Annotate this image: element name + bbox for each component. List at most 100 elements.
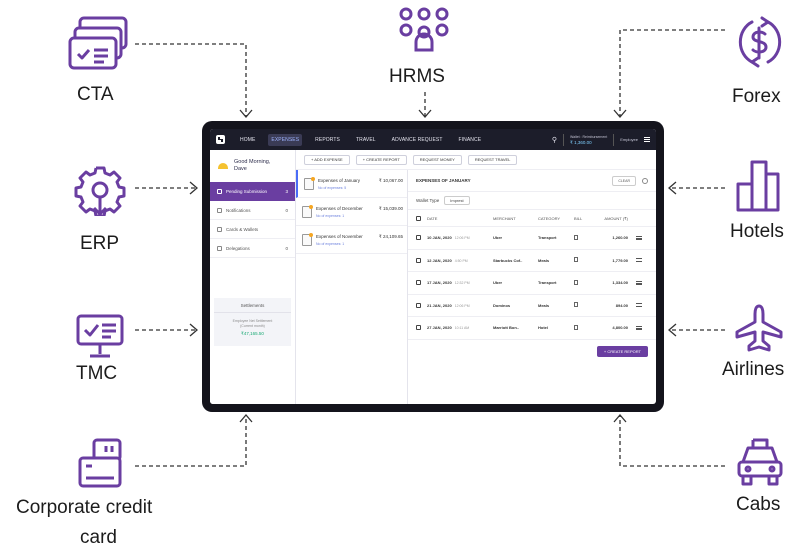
- gear-network-icon: [74, 164, 126, 216]
- arrow-hrms: [418, 109, 432, 118]
- row-menu-icon[interactable]: [636, 325, 642, 330]
- row-date: 10 JAN, 2020: [427, 235, 452, 241]
- sidebar-item-label: Cards & Wallets: [226, 226, 259, 232]
- menu-icon[interactable]: [644, 137, 650, 142]
- row-category: Meals: [538, 257, 550, 263]
- row-checkbox[interactable]: [416, 280, 421, 286]
- currency-exchange-icon: [738, 14, 782, 74]
- row-bill[interactable]: [574, 234, 592, 241]
- row-amount: 4,800.00: [612, 325, 628, 331]
- sidebar-item-label: Pending Submission: [226, 189, 268, 194]
- airplane-icon: [732, 304, 786, 352]
- col-amount[interactable]: AMOUNT (₹): [592, 216, 628, 221]
- greeting-text: Good Morning, Dave: [234, 159, 271, 172]
- col-category: CATEGORY: [538, 215, 561, 221]
- app-main: + ADD EXPENSE + CREATE REPORT REQUEST MO…: [296, 150, 656, 404]
- table-header: DATE MERCHANT CATEGORY BILL AMOUNT (₹): [408, 210, 656, 227]
- sidebar-item-cards-wallets[interactable]: Cards & Wallets: [210, 220, 295, 239]
- arrow-cabs: [613, 414, 627, 423]
- report-item[interactable]: Expenses of January ₹ 10,067.00 No of exp…: [296, 170, 407, 198]
- nav-home[interactable]: HOME: [237, 134, 258, 146]
- col-date[interactable]: DATE: [427, 216, 493, 221]
- gear-icon[interactable]: [642, 177, 648, 184]
- create-report-submit-button[interactable]: + CREATE REPORT: [596, 346, 648, 357]
- row-bill[interactable]: [574, 302, 592, 308]
- row-amount: 1,334.00: [612, 280, 628, 286]
- row-checkbox[interactable]: [416, 325, 421, 331]
- row-checkbox[interactable]: [416, 235, 421, 241]
- row-bill[interactable]: [574, 279, 592, 286]
- nav-travel[interactable]: TRAVEL: [353, 134, 379, 146]
- row-date-cell: 12 JAN, 2020 4:50 PM: [427, 258, 493, 263]
- select-all-checkbox[interactable]: [416, 215, 421, 221]
- nav-expenses[interactable]: EXPENSES: [268, 133, 303, 146]
- row-checkbox[interactable]: [416, 257, 421, 263]
- row-date: 17 JAN, 2020: [427, 280, 452, 286]
- document-icon: [304, 176, 315, 190]
- report-title: Expenses of December: [316, 205, 363, 211]
- nav-advance-request[interactable]: ADVANCE REQUEST: [389, 134, 446, 146]
- receipt-icon[interactable]: [574, 324, 578, 330]
- table-row[interactable]: 21 JAN, 2020 12:06 PM Dominos Meals 894.00: [408, 295, 656, 317]
- row-merchant: Marriott Bon..: [493, 325, 519, 331]
- request-travel-button[interactable]: REQUEST TRAVEL: [467, 154, 518, 165]
- search-icon[interactable]: ⚲: [552, 136, 557, 144]
- sidebar-item-pending-submission[interactable]: Pending Submission 3: [210, 182, 295, 201]
- label-cta: CTA: [77, 84, 114, 105]
- row-date: 27 JAN, 2020: [427, 325, 452, 331]
- report-item[interactable]: Expenses of December ₹ 15,039.00 No of ex…: [296, 198, 407, 226]
- table-row[interactable]: 10 JAN, 2020 12:06 PM Uber Transport 1,260.0…: [408, 227, 656, 250]
- report-detail: EXPENSES OF JANUARY CLEAR Wallet Type Im…: [408, 170, 656, 404]
- receipt-icon[interactable]: [574, 257, 578, 263]
- row-time: 10:11 AM: [454, 326, 470, 331]
- table-row[interactable]: 12 JAN, 2020 4:50 PM Starbucks Cof.. Meals 1…: [408, 250, 656, 272]
- report-amount: ₹ 15,039.00: [378, 205, 403, 211]
- settlements-amount: ₹47,165.50: [241, 331, 264, 336]
- row-checkbox[interactable]: [416, 302, 421, 308]
- sidebar-item-count: 0: [285, 245, 288, 251]
- request-money-button[interactable]: REQUEST MONEY: [412, 154, 462, 165]
- row-menu-icon[interactable]: [636, 280, 642, 285]
- user-role[interactable]: Employee: [620, 137, 638, 142]
- add-expense-button[interactable]: + ADD EXPENSE: [304, 154, 350, 165]
- connector-card: [135, 416, 247, 467]
- settlements-sub2: (Current month): [240, 323, 265, 328]
- label-card-line1: Corporate credit: [16, 497, 153, 518]
- document-icon: [302, 232, 313, 246]
- row-category: Meals: [538, 302, 550, 308]
- table-row[interactable]: 27 JAN, 2020 10:11 AM Marriott Bon.. Hotel 4…: [408, 317, 656, 340]
- row-date-cell: 17 JAN, 2020 12:32 PM: [427, 280, 493, 285]
- label-airlines: Airlines: [722, 359, 785, 380]
- row-merchant: Starbucks Cof..: [493, 257, 523, 263]
- row-date: 12 JAN, 2020: [427, 257, 452, 263]
- sidebar-item-notifications[interactable]: Notifications 0: [210, 201, 295, 220]
- label-cabs: Cabs: [736, 494, 781, 515]
- people-icon: [394, 6, 454, 58]
- table-row[interactable]: 17 JAN, 2020 12:32 PM Uber Transport 1,334.0…: [408, 272, 656, 295]
- credit-card-icon: [78, 438, 124, 490]
- row-bill[interactable]: [574, 257, 592, 263]
- clear-button[interactable]: CLEAR: [612, 175, 636, 186]
- report-count: No of expenses: 1: [316, 241, 345, 246]
- receipt-icon[interactable]: [574, 234, 578, 240]
- receipt-icon[interactable]: [574, 279, 578, 285]
- create-report-button[interactable]: + CREATE REPORT: [355, 154, 407, 165]
- report-item[interactable]: Expenses of November ₹ 24,109.65 No of ex…: [296, 226, 407, 254]
- row-date-cell: 10 JAN, 2020 12:06 PM: [427, 235, 493, 240]
- people-small-icon: [217, 245, 222, 251]
- receipt-icon[interactable]: [574, 302, 578, 308]
- row-menu-icon[interactable]: [636, 235, 642, 240]
- sidebar-item-delegations[interactable]: Delegations 0: [210, 239, 295, 258]
- wallet-summary[interactable]: Wallet : Reimbursement ₹ 1,360.00: [562, 133, 615, 146]
- card-icon: [217, 226, 222, 232]
- sidebar-item-label: Notifications: [226, 207, 251, 213]
- row-menu-icon[interactable]: [636, 303, 642, 308]
- clock-icon: [217, 189, 222, 194]
- car-icon: [737, 438, 783, 486]
- nav-finance[interactable]: FINANCE: [456, 134, 485, 146]
- nav-reports[interactable]: REPORTS: [312, 134, 343, 146]
- row-bill[interactable]: [574, 324, 592, 331]
- row-menu-icon[interactable]: [636, 258, 642, 263]
- row-merchant: Dominos: [493, 302, 511, 308]
- wallet-type-select[interactable]: Imprest: [444, 196, 470, 205]
